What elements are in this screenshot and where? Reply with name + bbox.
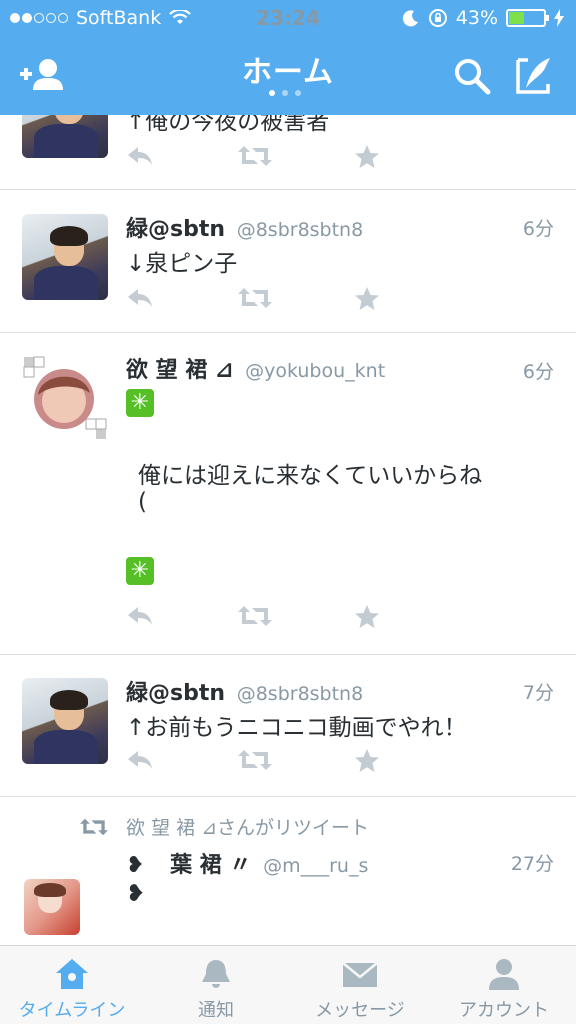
tweet-time: 27分 — [510, 853, 554, 875]
tab-bar: タイムライン 通知 メッセージ アカウント — [0, 945, 576, 1024]
author-name: 葉 裙 〃 — [170, 853, 252, 878]
retweet-icon[interactable] — [238, 604, 272, 628]
person-icon — [489, 959, 519, 990]
tweet[interactable]: ↑俺の今夜の被害者 — [0, 115, 576, 190]
tweet-author[interactable]: 欲 望 裙 ⊿ @yokubou_knt — [126, 352, 385, 384]
home-icon — [56, 959, 88, 989]
reply-icon[interactable] — [126, 748, 154, 772]
rotation-lock-icon — [428, 9, 447, 27]
page-dot — [269, 90, 275, 96]
page-dot — [282, 90, 288, 96]
bell-icon — [202, 960, 230, 988]
tweet-author[interactable]: ❥ 葉 裙 〃 @m___ru_s — [126, 847, 368, 879]
reply-icon[interactable] — [126, 144, 154, 168]
tab-label: メッセージ — [315, 1000, 405, 1021]
tweet-text: ❥ — [126, 881, 146, 907]
author-name: 欲 望 裙 ⊿ — [126, 358, 234, 383]
tab-account[interactable]: アカウント — [432, 946, 576, 1024]
tab-label: アカウント — [459, 1000, 549, 1021]
tweet[interactable]: 緑@sbtn @8sbr8sbtn8 7分 ↑お前もうニコニコ動画でやれ！ — [0, 655, 576, 797]
reply-icon[interactable] — [126, 286, 154, 310]
moon-icon — [402, 10, 418, 27]
charging-bolt-icon — [554, 9, 564, 27]
tweet-author[interactable]: 緑@sbtn @8sbr8sbtn8 — [126, 211, 363, 243]
compose-tweet-icon[interactable] — [514, 56, 562, 96]
retweet-icon[interactable] — [238, 286, 272, 310]
avatar-image — [22, 355, 108, 441]
tab-label: タイムライン — [18, 1000, 126, 1021]
status-right: 43% — [402, 7, 564, 29]
sparkle-emoji-icon — [126, 557, 154, 585]
twitter-home-screen: SoftBank 23:24 43% ホーム ↑俺の今夜の被害者 緑@sbtn … — [0, 0, 576, 1024]
page-dot — [295, 90, 301, 96]
author-handle: @8sbr8sbtn8 — [236, 219, 364, 241]
tweet-actions — [126, 604, 386, 634]
retweet-icon[interactable] — [238, 748, 272, 772]
timeline[interactable]: ↑俺の今夜の被害者 緑@sbtn @8sbr8sbtn8 6分 ↓泉ピン子 欲 … — [0, 115, 576, 945]
reply-icon[interactable] — [126, 604, 154, 628]
envelope-icon — [342, 962, 378, 987]
tweet-text-line: 俺には迎えに来なくていいからね — [138, 463, 483, 489]
tweet-actions — [126, 286, 386, 316]
tweet-actions — [126, 748, 386, 778]
retweet-label[interactable]: 欲 望 裙 ⊿さんがリツイート — [126, 813, 369, 840]
avatar[interactable] — [22, 678, 108, 764]
battery-percent: 43% — [455, 7, 498, 29]
avatar[interactable] — [22, 214, 108, 300]
tweet-text: ↑俺の今夜の被害者 — [126, 115, 330, 135]
avatar[interactable] — [24, 879, 80, 935]
retweet-icon[interactable] — [238, 144, 272, 168]
tweet[interactable]: 緑@sbtn @8sbr8sbtn8 6分 ↓泉ピン子 — [0, 190, 576, 333]
favorite-icon[interactable] — [354, 748, 380, 774]
tweet-time: 6分 — [522, 361, 554, 383]
tweet-text-line: ( — [138, 489, 147, 515]
favorite-icon[interactable] — [354, 604, 380, 630]
tweet[interactable]: 欲 望 裙 ⊿ @yokubou_knt 6分 俺には迎えに来なくていいからね … — [0, 333, 576, 655]
author-handle: @yokubou_knt — [245, 360, 386, 382]
tweet-actions — [126, 144, 386, 174]
tweet[interactable]: 欲 望 裙 ⊿さんがリツイート ❥ 葉 裙 〃 @m___ru_s 27分 ❥ — [0, 797, 576, 945]
tweet-time: 6分 — [522, 218, 554, 240]
page-indicator — [269, 90, 301, 96]
tab-timeline[interactable]: タイムライン — [0, 946, 144, 1024]
status-bar: SoftBank 23:24 43% — [0, 0, 576, 38]
tweet-time: 7分 — [522, 682, 554, 704]
battery-icon — [506, 9, 549, 27]
tweet-text: ↓泉ピン子 — [126, 251, 238, 277]
tab-label: 通知 — [198, 1000, 234, 1021]
avatar[interactable] — [22, 115, 108, 158]
author-name: 緑@sbtn — [126, 217, 226, 242]
tweet-text: ↑お前もうニコニコ動画でやれ！ — [126, 715, 467, 741]
avatar[interactable] — [22, 355, 108, 441]
tab-notifications[interactable]: 通知 — [144, 946, 288, 1024]
retweeted-icon — [80, 818, 108, 836]
sparkle-emoji-icon — [126, 389, 154, 417]
author-handle: @m___ru_s — [263, 855, 369, 877]
author-handle: @8sbr8sbtn8 — [236, 683, 364, 705]
header: SoftBank 23:24 43% ホーム — [0, 0, 576, 115]
author-name-prefix: ❥ — [126, 853, 145, 878]
search-icon[interactable] — [448, 56, 496, 96]
favorite-icon[interactable] — [354, 144, 380, 170]
tab-messages[interactable]: メッセージ — [288, 946, 432, 1024]
tweet-author[interactable]: 緑@sbtn @8sbr8sbtn8 — [126, 675, 363, 707]
favorite-icon[interactable] — [354, 286, 380, 312]
author-name: 緑@sbtn — [126, 681, 226, 706]
